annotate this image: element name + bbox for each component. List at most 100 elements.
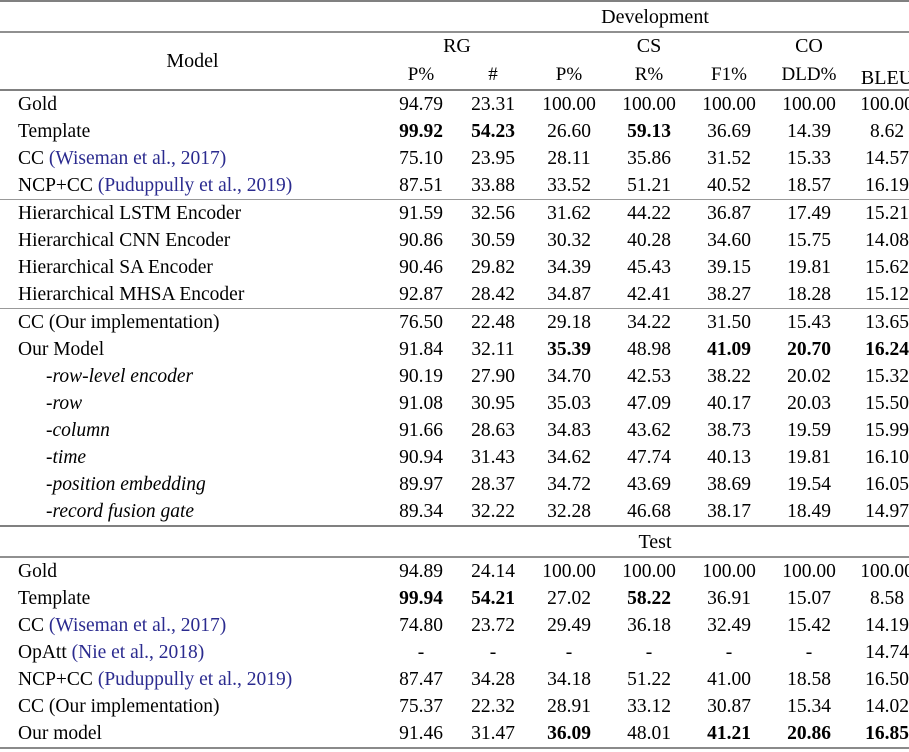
- citation-link[interactable]: (Wiseman et al., 2017): [49, 148, 226, 169]
- table-cell-rg-p-: 89.34: [399, 500, 443, 522]
- table-row: Hierarchical MHSA Encoder 92.87 28.42 34.87…: [0, 281, 909, 309]
- table-cell-co-dld-: 19.54: [787, 473, 831, 495]
- row-label: Our model: [18, 722, 102, 744]
- table-cell-cs-r-: 34.22: [627, 311, 671, 333]
- table-cell-cs-p-: 33.52: [547, 174, 591, 196]
- table-cell-co-dld-: 20.03: [787, 392, 831, 414]
- table-cell-bleu: 8.58: [869, 587, 905, 609]
- table-cell-cs-r-: 35.86: [627, 147, 671, 169]
- table-cell-co-dld-: 19.81: [787, 256, 831, 278]
- table-cell-cs-r-: 58.22: [627, 587, 671, 609]
- table-cell-rg-p-: 94.89: [399, 560, 443, 582]
- table-cell-cs-r-: 51.21: [627, 174, 671, 196]
- row-label: Hierarchical CNN Encoder: [18, 229, 231, 251]
- table-cell-rg-: 22.32: [471, 695, 515, 717]
- row-label: Template: [18, 120, 91, 142]
- table-cell-bleu: 13.65: [865, 311, 909, 333]
- row-label: CC (Our implementation): [18, 311, 220, 333]
- table-cell-co-dld-: 17.49: [787, 202, 831, 224]
- table-cell-cs-f1-: 38.73: [707, 419, 751, 441]
- table-cell-cs-f1-: 36.87: [707, 202, 751, 224]
- table-cell-rg-: 28.37: [471, 473, 515, 495]
- table-cell-bleu: 15.12: [865, 283, 909, 305]
- table-row: CC (Our implementation) 75.37 22.32 28.91 33…: [0, 693, 909, 720]
- column-group-header-bleu: BLEU: [860, 67, 909, 89]
- table-cell-bleu: 14.97: [865, 500, 909, 522]
- table-cell-cs-f1-: 38.69: [707, 473, 751, 495]
- table-cell-cs-p-: 35.03: [547, 392, 591, 414]
- table-cell-cs-f1-: 30.87: [707, 695, 751, 717]
- table-cell-co-dld-: 15.42: [787, 614, 831, 636]
- column-subheader-5: DLD%: [781, 63, 837, 85]
- table-cell-cs-f1-: 100.00: [702, 93, 756, 115]
- table-row: Hierarchical SA Encoder 90.46 29.82 34.39 45…: [0, 254, 909, 281]
- table-row: Gold 94.79 23.31 100.00 100.00 100.00 100.00 10…: [0, 91, 909, 118]
- table-cell-cs-f1-: 38.17: [707, 500, 751, 522]
- table-cell-rg-p-: 91.08: [399, 392, 443, 414]
- table-row: OpAtt (Nie et al., 2018) - - - - - - 14.74: [0, 639, 909, 666]
- table-cell-co-dld-: 15.07: [787, 587, 831, 609]
- column-group-header-co: CO: [795, 35, 823, 57]
- table-cell-cs-p-: 26.60: [547, 120, 591, 142]
- table-cell-bleu: 16.24: [865, 338, 909, 360]
- column-group-header-cs: CS: [636, 35, 662, 57]
- column-subheader-1: #: [488, 63, 498, 85]
- table-cell-rg-p-: 91.66: [399, 419, 443, 441]
- table-cell-rg-p-: 99.92: [399, 120, 443, 142]
- table-row: Hierarchical CNN Encoder 90.86 30.59 30.32 4…: [0, 227, 909, 254]
- row-label-text: CC: [18, 614, 49, 636]
- table-cell-bleu: 16.50: [865, 668, 909, 690]
- row-label: Our Model: [18, 338, 105, 360]
- table-cell-bleu: 15.62: [865, 256, 909, 278]
- table-cell-co-dld-: 15.75: [787, 229, 831, 251]
- table-cell-rg-p-: 90.94: [399, 446, 443, 468]
- table-cell-rg-: 28.42: [471, 283, 515, 305]
- table-row: NCP+CC (Puduppully et al., 2019) 87.51 33.…: [0, 172, 909, 200]
- table-cell-cs-f1-: 38.22: [707, 365, 751, 387]
- results-table-body: Development Model RG CS CO BLEU P% # P% R% F1% DLD%…: [0, 0, 909, 750]
- table-cell-co-dld-: 18.58: [787, 668, 831, 690]
- table-cell-cs-p-: 31.62: [547, 202, 591, 224]
- table-cell-rg-: 30.95: [471, 392, 515, 414]
- table-cell-rg-p-: 74.80: [399, 614, 443, 636]
- table-cell-rg-: 28.63: [471, 419, 515, 441]
- table-row: Template 99.92 54.23 26.60 59.13 36.69 14.39 8.…: [0, 118, 909, 145]
- table-cell-co-dld-: 18.49: [787, 500, 831, 522]
- citation-link[interactable]: (Nie et al., 2018): [72, 642, 205, 663]
- table-cell-co-dld-: 20.02: [787, 365, 831, 387]
- table-cell-cs-r-: 48.98: [627, 338, 671, 360]
- table-cell-cs-r-: 40.28: [627, 229, 671, 251]
- table-cell-cs-r-: 51.22: [627, 668, 671, 690]
- column-subheader-3: R%: [634, 63, 664, 85]
- table-cell-bleu: 15.50: [865, 392, 909, 414]
- citation-link[interactable]: (Puduppully et al., 2019): [98, 669, 292, 690]
- row-label: CC (Wiseman et al., 2017): [0, 145, 385, 172]
- table-cell-cs-f1-: 31.52: [707, 147, 751, 169]
- table-cell-cs-r-: 47.74: [627, 446, 671, 468]
- citation-link[interactable]: (Puduppully et al., 2019): [98, 175, 292, 196]
- table-cell-cs-f1-: 40.52: [707, 174, 751, 196]
- table-cell-rg-p-: 92.87: [399, 283, 443, 305]
- table-cell-cs-r-: 46.68: [627, 500, 671, 522]
- table-cell-rg-: 22.48: [471, 311, 515, 333]
- table-cell-cs-p-: 34.87: [547, 283, 591, 305]
- section-banner-test: Test: [638, 530, 672, 553]
- row-label: Hierarchical MHSA Encoder: [18, 283, 245, 305]
- table-cell-bleu: 14.57: [865, 147, 909, 169]
- table-cell-rg-p-: 90.86: [399, 229, 443, 251]
- row-label: Hierarchical SA Encoder: [18, 256, 213, 278]
- table-cell-cs-r-: 100.00: [622, 560, 676, 582]
- table-cell-rg-: 27.90: [471, 365, 515, 387]
- table-cell-cs-f1-: 40.13: [707, 446, 751, 468]
- table-cell-rg-: 32.56: [471, 202, 515, 224]
- table-row: CC (Wiseman et al., 2017) 74.80 23.72 29.49…: [0, 612, 909, 639]
- table-cell-cs-f1-: 100.00: [702, 560, 756, 582]
- column-group-header-rg: RG: [443, 35, 471, 57]
- citation-link[interactable]: (Wiseman et al., 2017): [49, 615, 226, 636]
- table-cell-rg-: 33.88: [471, 174, 515, 196]
- table-row: -row-level encoder 90.19 27.90 34.70 42.53 38…: [0, 363, 909, 390]
- table-cell-cs-p-: 100.00: [542, 93, 596, 115]
- column-subheader-4: F1%: [711, 63, 747, 85]
- table-cell-bleu: 16.19: [865, 174, 909, 196]
- table-cell-cs-p-: 28.91: [547, 695, 591, 717]
